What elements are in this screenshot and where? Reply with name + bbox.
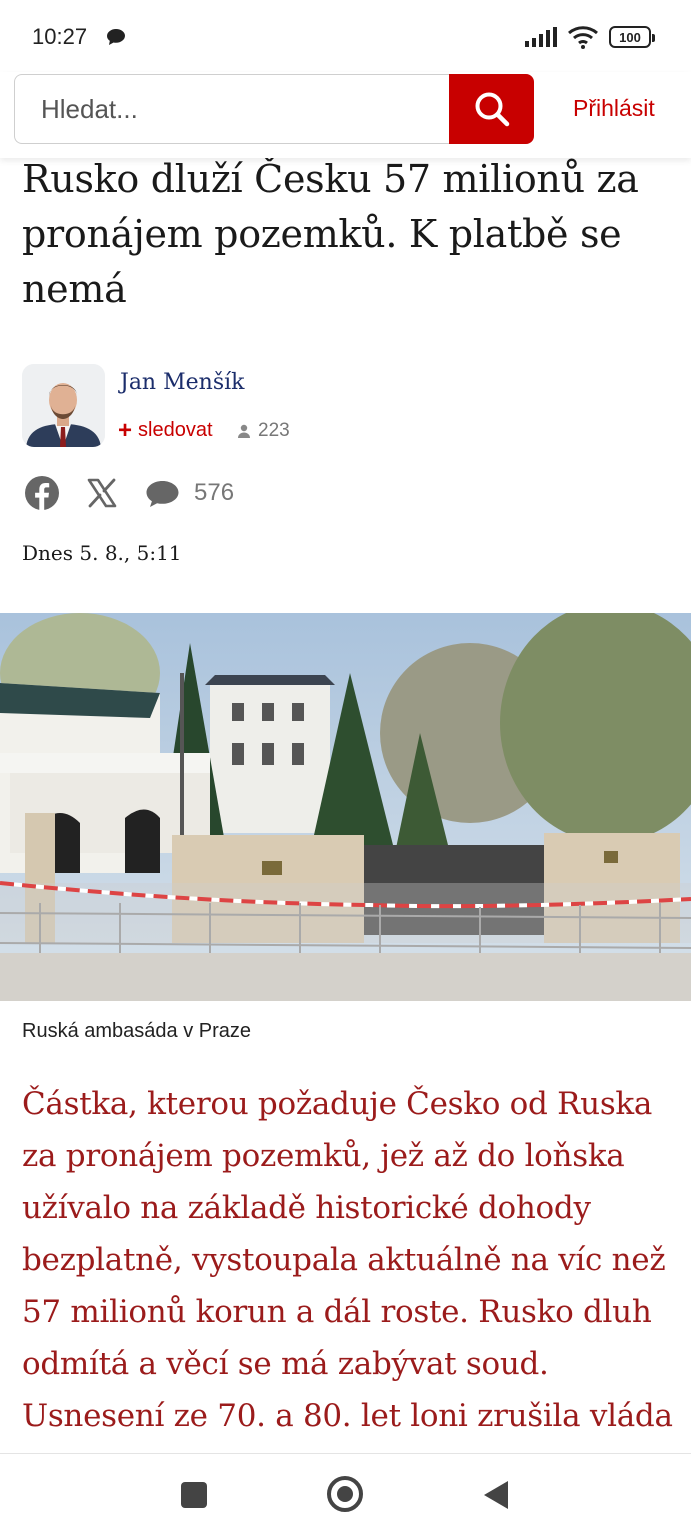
comment-icon[interactable] xyxy=(145,479,180,509)
signal-icon xyxy=(525,27,557,47)
follow-label: sledovat xyxy=(138,419,213,441)
publish-date: Dnes 5. 8., 5:11 xyxy=(22,541,182,565)
chat-bubble-icon xyxy=(107,29,125,45)
back-button[interactable] xyxy=(484,1481,508,1509)
status-bar: 10:27 100 xyxy=(0,0,691,72)
search-icon xyxy=(475,92,509,127)
status-icons: 100 xyxy=(525,25,655,49)
article-headline: Rusko dluží Česku 57 milionů za pronájem… xyxy=(22,157,639,311)
facebook-icon[interactable] xyxy=(24,475,60,511)
article-photo[interactable]: i xyxy=(0,613,691,1001)
followers-count: 223 xyxy=(236,420,290,442)
home-button[interactable] xyxy=(327,1476,363,1512)
recents-button[interactable] xyxy=(181,1482,207,1508)
author-name[interactable]: Jan Menšík xyxy=(120,370,244,395)
plus-icon: + xyxy=(118,416,133,444)
x-icon[interactable] xyxy=(87,478,117,508)
photo-caption: Ruská ambasáda v Praze xyxy=(22,1020,252,1042)
embassy-photo xyxy=(0,613,691,1001)
wifi-icon xyxy=(568,26,598,49)
follow-button[interactable]: + sledovat xyxy=(118,416,213,444)
search-button[interactable] xyxy=(449,74,534,144)
site-header: Přihlásit xyxy=(0,72,691,158)
system-nav-bar xyxy=(0,1453,691,1536)
search-input[interactable] xyxy=(15,75,450,143)
login-link[interactable]: Přihlásit xyxy=(573,95,655,122)
person-icon xyxy=(238,424,250,438)
author-avatar[interactable] xyxy=(22,364,105,447)
battery-level: 100 xyxy=(619,29,641,45)
battery-icon: 100 xyxy=(609,26,655,48)
article-perex: Částka, kterou požaduje Česko od Ruska z… xyxy=(22,1086,673,1452)
status-time: 10:27 xyxy=(32,24,88,49)
comment-count[interactable]: 576 xyxy=(194,479,234,507)
search-box xyxy=(14,74,450,144)
followers-value: 223 xyxy=(258,420,290,441)
